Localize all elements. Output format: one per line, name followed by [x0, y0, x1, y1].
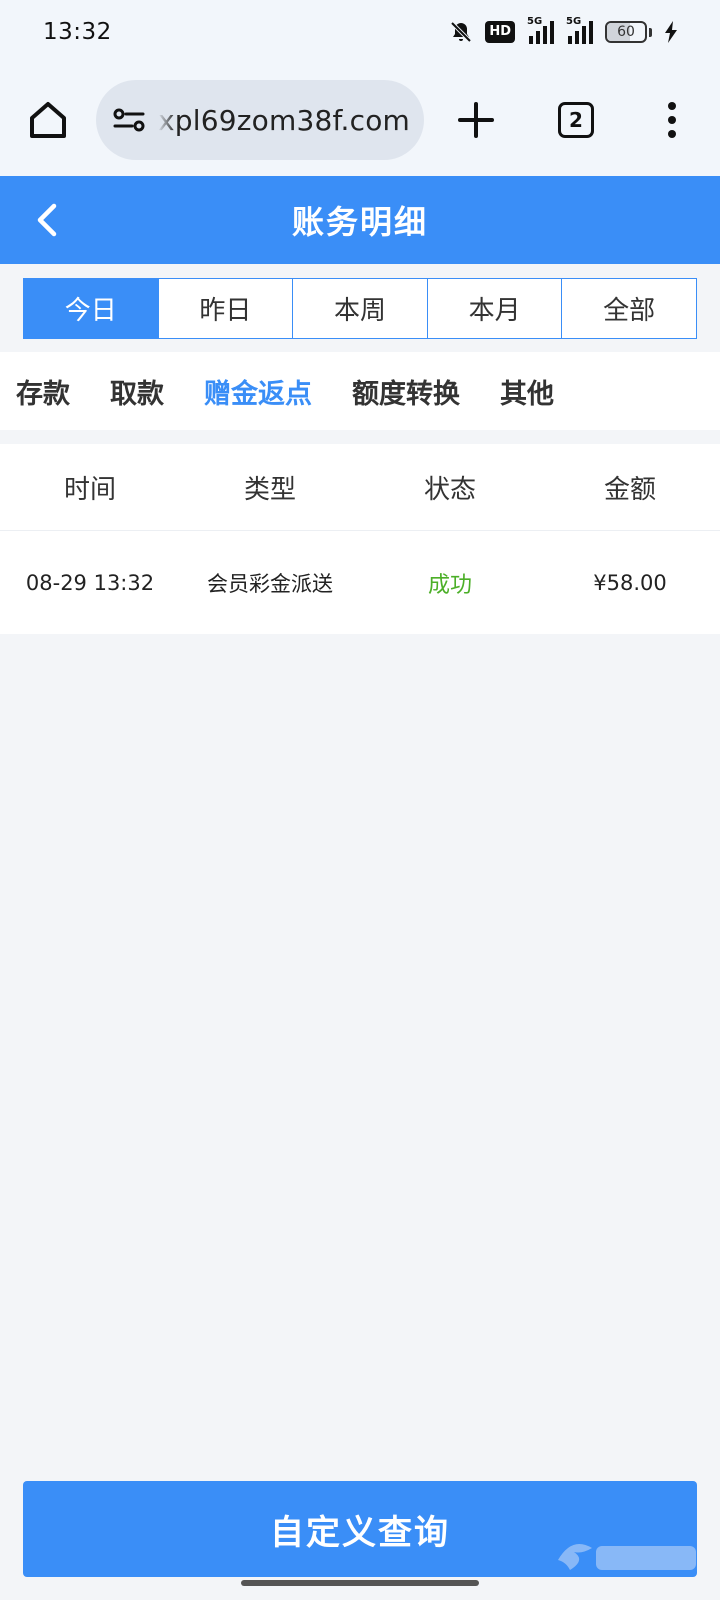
column-status: 状态: [423, 474, 476, 505]
row-type: 会员彩金派送: [207, 571, 333, 596]
column-time: 时间: [63, 474, 116, 505]
row-amount: ¥58.00: [593, 570, 667, 595]
signal-5g-icon: 5G: [566, 16, 593, 44]
tab-today[interactable]: 今日: [24, 279, 158, 338]
tab-transfer[interactable]: 额度转换: [352, 372, 460, 411]
tab-other[interactable]: 其他: [500, 372, 554, 411]
charging-icon: [665, 21, 677, 43]
tabs-icon[interactable]: 2: [558, 102, 594, 138]
status-bar: 13:32 HD 5G 5G 60: [0, 0, 720, 64]
browser-toolbar: xpl69zom38f.com 2: [0, 64, 720, 176]
battery-icon: 60: [605, 21, 652, 43]
category-tabs: 存款 取款 赠金返点 额度转换 其他: [0, 352, 720, 430]
url-text[interactable]: xpl69zom38f.com: [158, 104, 410, 137]
watermark-logo: [558, 1544, 696, 1570]
tab-yesterday[interactable]: 昨日: [157, 279, 293, 338]
bell-off-icon: [450, 21, 472, 43]
battery-level: 60: [617, 24, 635, 40]
chevron-left-icon[interactable]: [28, 200, 68, 240]
address-bar[interactable]: xpl69zom38f.com: [96, 80, 424, 160]
tab-this-month[interactable]: 本月: [426, 279, 562, 338]
home-indicator[interactable]: [241, 1580, 479, 1586]
home-icon[interactable]: [26, 98, 70, 142]
tab-deposit[interactable]: 存款: [16, 372, 70, 411]
tab-this-week[interactable]: 本周: [292, 279, 427, 338]
tab-bonus-rebate[interactable]: 赠金返点: [204, 372, 312, 411]
status-time: 13:32: [43, 19, 112, 45]
site-settings-icon[interactable]: [112, 105, 146, 135]
period-tabs: 今日 昨日 本周 本月 全部: [23, 278, 697, 339]
page-header: 账务明细: [0, 176, 720, 264]
table-row[interactable]: 08-29 13:32 会员彩金派送 成功 ¥58.00: [0, 531, 720, 634]
signal-5g-icon: 5G: [527, 16, 554, 44]
column-type: 类型: [243, 474, 296, 505]
row-status: 成功: [427, 572, 472, 598]
network-label: 5G: [566, 16, 582, 27]
row-time: 08-29 13:32: [25, 570, 155, 595]
column-amount: 金额: [603, 474, 656, 505]
tab-all[interactable]: 全部: [561, 279, 696, 338]
tab-withdraw[interactable]: 取款: [110, 372, 164, 411]
more-vert-icon[interactable]: [660, 100, 684, 140]
records-table: 时间 类型 状态 金额 08-29 13:32 会员彩金派送 成功 ¥58.00: [0, 444, 720, 634]
hd-icon: HD: [485, 21, 515, 43]
table-header: 时间 类型 状态 金额: [0, 444, 720, 531]
page-title: 账务明细: [291, 203, 428, 241]
network-label: 5G: [527, 16, 543, 27]
status-icons: HD 5G 5G 60: [449, 16, 678, 44]
plus-icon[interactable]: [456, 100, 496, 140]
